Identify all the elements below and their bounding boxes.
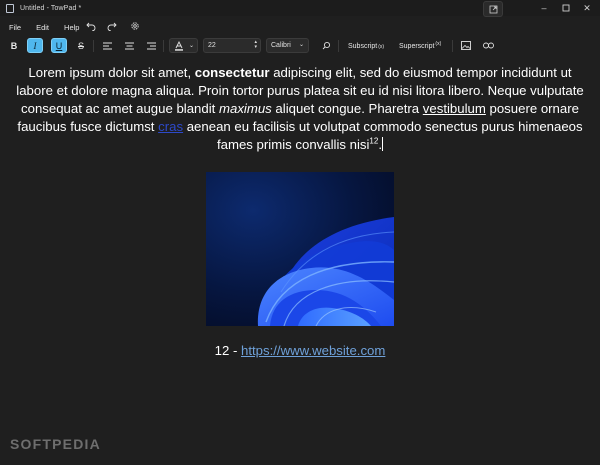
- align-center-button[interactable]: [121, 38, 137, 53]
- italic-text: maximus: [219, 101, 272, 117]
- align-center-icon: [124, 42, 134, 49]
- insert-image-button[interactable]: [458, 38, 474, 53]
- font-family-value: Calibri: [271, 42, 291, 49]
- redo-button[interactable]: [106, 19, 118, 33]
- strikethrough-button[interactable]: S: [73, 38, 89, 53]
- embedded-image[interactable]: [206, 172, 394, 326]
- title-bar: Untitled - TowPad * – ✕: [0, 0, 600, 17]
- subscript-label: Subscript: [348, 42, 378, 50]
- compact-overlay-icon: [489, 5, 497, 13]
- subscript-button[interactable]: Subscript (x): [348, 39, 384, 53]
- watermark: SOFTPEDIA: [10, 436, 101, 452]
- image-caption: 12 - https://www.website.com: [0, 343, 600, 358]
- superscript-text: 12: [369, 136, 379, 146]
- text-caret: [382, 137, 383, 152]
- document-text[interactable]: Lorem ipsum dolor sit amet, consectetur …: [10, 64, 590, 154]
- undo-icon: [86, 22, 96, 31]
- search-icon: [322, 41, 330, 50]
- underlined-text: vestibulum: [422, 101, 486, 117]
- image-icon: [461, 41, 471, 50]
- gear-icon: [131, 22, 139, 30]
- chevron-down-icon: ⌄: [298, 42, 304, 48]
- italic-button[interactable]: I: [27, 38, 43, 53]
- watermark-text: SOFTPEDIA: [10, 436, 101, 452]
- settings-button[interactable]: [129, 19, 141, 33]
- maximize-button[interactable]: [556, 2, 576, 14]
- link-icon: [482, 42, 494, 49]
- app-icon: [6, 3, 14, 13]
- align-right-button[interactable]: [143, 38, 159, 53]
- caption-prefix: 12 -: [214, 343, 241, 358]
- font-color-picker[interactable]: ⌄: [169, 38, 198, 53]
- menu-file[interactable]: File: [9, 23, 21, 32]
- close-icon: ✕: [583, 2, 591, 13]
- caption-link[interactable]: https://www.website.com: [241, 343, 385, 358]
- align-left-icon: [102, 42, 112, 49]
- font-size-stepper-icon[interactable]: ▴ ▾: [254, 40, 257, 50]
- subscript-glyph: (x): [378, 44, 385, 50]
- redo-icon: [107, 22, 117, 31]
- bold-text: consectetur: [194, 65, 270, 80]
- text-run: aliquet congue. Pharetra: [271, 101, 423, 117]
- align-right-icon: [146, 42, 156, 49]
- bloom-wallpaper-image: [206, 172, 394, 326]
- maximize-icon: [562, 4, 570, 12]
- undo-button[interactable]: [85, 19, 97, 33]
- superscript-label: Superscript: [399, 42, 435, 50]
- bold-button[interactable]: B: [6, 38, 22, 53]
- superscript-button[interactable]: Superscript (x): [399, 39, 441, 53]
- font-family-dropdown[interactable]: Calibri ⌄: [266, 38, 309, 53]
- find-button[interactable]: [318, 38, 334, 53]
- toolbar-divider: [163, 40, 164, 52]
- hyperlink-text[interactable]: cras: [158, 119, 183, 134]
- font-size-field[interactable]: 22 ▴ ▾: [203, 38, 261, 53]
- chevron-down-icon: ⌄: [189, 43, 195, 49]
- compact-overlay-button[interactable]: [483, 1, 503, 17]
- underline-button[interactable]: U: [51, 38, 67, 53]
- insert-link-button[interactable]: [480, 38, 496, 53]
- toolbar-divider: [452, 40, 453, 52]
- text-run: Lorem ipsum dolor sit amet,: [28, 65, 195, 80]
- formatting-toolbar: B I U S ⌄ 22 ▴▾ Calibri ⌄ Subscript (x): [0, 36, 600, 56]
- font-color-icon: [175, 40, 183, 51]
- toolbar-divider: [93, 40, 94, 52]
- minimize-icon: –: [541, 3, 547, 13]
- menu-edit[interactable]: Edit: [36, 23, 49, 32]
- toolbar-divider: [338, 40, 339, 52]
- font-size-value: 22: [208, 42, 216, 49]
- minimize-button[interactable]: –: [534, 2, 554, 14]
- menu-help[interactable]: Help: [64, 23, 79, 32]
- superscript-glyph: (x): [435, 41, 442, 47]
- align-left-button[interactable]: [99, 38, 115, 53]
- window-title: Untitled - TowPad *: [20, 4, 82, 12]
- close-button[interactable]: ✕: [577, 2, 597, 14]
